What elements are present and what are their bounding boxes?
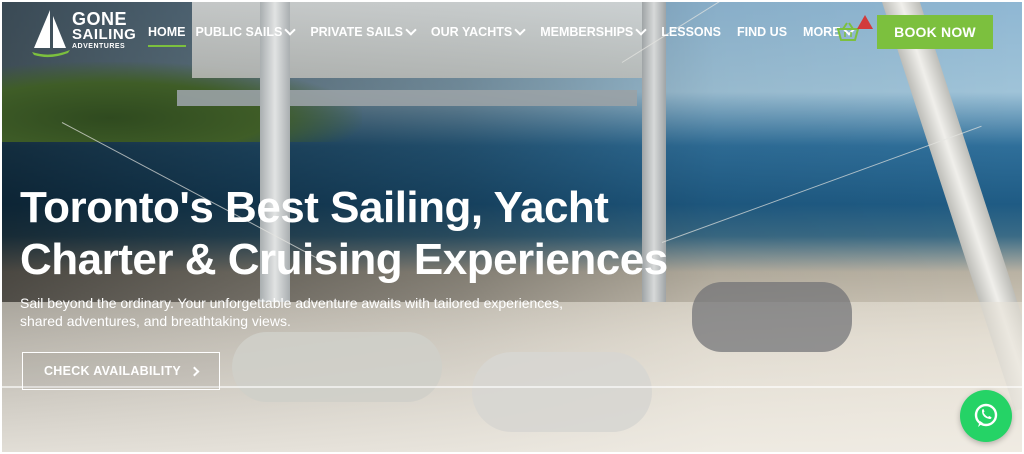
whatsapp-icon bbox=[974, 403, 998, 427]
check-availability-button[interactable]: CHECK AVAILABILITY bbox=[22, 352, 220, 390]
nav-item-our-yachts[interactable]: OUR YACHTS bbox=[430, 24, 526, 39]
logo-wordmark: GONE SAILING ADVENTURES bbox=[72, 10, 137, 51]
nav-item-label: HOME bbox=[148, 25, 186, 39]
nav-item-label: MEMBERSHIPS bbox=[540, 25, 634, 39]
chevron-down-icon bbox=[635, 24, 647, 36]
hero-headline: Toronto's Best Sailing, Yacht Charter & … bbox=[20, 182, 780, 286]
nav-item-label: OUR YACHTS bbox=[430, 25, 513, 39]
nav-item-lessons[interactable]: LESSONS bbox=[661, 25, 721, 39]
nav-item-label: PUBLIC SAILS bbox=[195, 25, 283, 39]
nav-item-label: PRIVATE SAILS bbox=[310, 25, 403, 39]
nav-item-find-us[interactable]: FIND US bbox=[737, 25, 787, 39]
main-nav: HOME PUBLIC SAILS PRIVATE SAILS OUR YACH… bbox=[148, 22, 869, 47]
nav-item-memberships[interactable]: MEMBERSHIPS bbox=[540, 24, 647, 39]
boom-background bbox=[177, 90, 637, 106]
nav-item-label: LESSONS bbox=[661, 25, 722, 39]
logo-line3: ADVENTURES bbox=[72, 43, 126, 51]
cushion-decor bbox=[692, 282, 852, 352]
cushion-decor bbox=[472, 352, 652, 432]
hero-headline-line2: Charter & Cruising Experiences bbox=[20, 235, 668, 284]
nav-item-label: FIND US bbox=[737, 25, 788, 39]
hero-headline-line1: Toronto's Best Sailing, Yacht bbox=[20, 183, 609, 232]
sailboat-icon bbox=[32, 10, 70, 58]
cushion-decor bbox=[232, 332, 442, 402]
hero-subtext: Sail beyond the ordinary. Your unforgett… bbox=[20, 295, 563, 329]
nav-item-private-sails[interactable]: PRIVATE SAILS bbox=[310, 24, 417, 39]
nav-item-public-sails[interactable]: PUBLIC SAILS bbox=[195, 24, 296, 39]
nav-item-home[interactable]: HOME bbox=[148, 25, 186, 47]
nav-item-label: MORE bbox=[803, 25, 841, 39]
site-logo[interactable]: GONE SAILING ADVENTURES bbox=[30, 8, 140, 58]
check-availability-label: CHECK AVAILABILITY bbox=[43, 364, 182, 378]
logo-line2: SAILING bbox=[72, 26, 137, 44]
chevron-down-icon bbox=[284, 24, 296, 36]
chevron-right-icon bbox=[189, 366, 200, 376]
chevron-down-icon bbox=[405, 24, 417, 36]
chevron-down-icon bbox=[514, 24, 526, 36]
cart-badge-icon bbox=[857, 15, 873, 29]
book-now-button[interactable]: BOOK NOW bbox=[877, 15, 993, 49]
whatsapp-button[interactable] bbox=[960, 390, 1012, 442]
